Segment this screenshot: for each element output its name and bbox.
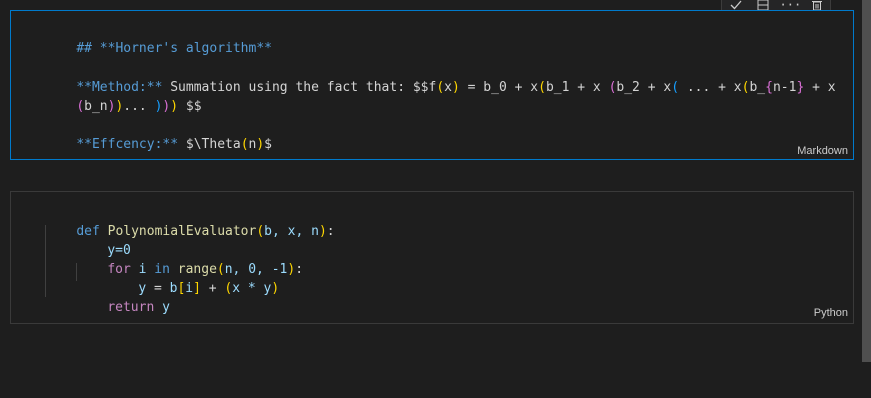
paren: ) <box>256 137 265 152</box>
method-text: n-1 <box>772 80 797 95</box>
method-text: + x <box>804 80 836 95</box>
var-x: x <box>444 80 452 95</box>
method-text: b_1 + x <box>545 80 609 95</box>
paren: ( <box>76 99 85 114</box>
efficiency-text: $\Theta <box>178 137 241 152</box>
method-text: $$ <box>178 99 202 114</box>
vertical-scrollbar[interactable] <box>862 0 871 362</box>
heading-text: ## **Horner's algorithm** <box>76 41 272 56</box>
method-text: b_2 + x <box>616 80 672 95</box>
method-text: = b_0 + x <box>459 80 539 95</box>
paren: ( <box>240 137 249 152</box>
variable: y <box>162 300 170 315</box>
operator: + <box>200 281 225 296</box>
brace: { <box>765 80 773 95</box>
paren: ) <box>452 80 460 95</box>
method-text: ... + x <box>679 80 742 95</box>
index: i <box>185 281 194 296</box>
cell-language-label[interactable]: Python <box>814 307 848 319</box>
method-text: ... <box>123 99 155 114</box>
markdown-cell[interactable]: ## **Horner's algorithm** **Method:** Su… <box>10 10 854 160</box>
paren: ( <box>436 80 445 95</box>
paren: ) <box>170 99 179 114</box>
code-line-5: return y <box>76 281 170 335</box>
paren: ( <box>538 80 546 95</box>
paren: ( <box>671 80 680 95</box>
params: b, x, n <box>264 224 319 239</box>
cell-language-label[interactable]: Markdown <box>797 145 848 157</box>
markdown-efficiency-line: **Effcency:** $\Theta(n)$ <box>45 118 272 172</box>
efficiency-label: **Effcency:** <box>76 137 179 152</box>
method-text: b_ <box>749 80 766 95</box>
method-text: Summation using the fact that: $$f <box>162 80 437 95</box>
method-text: b_n <box>84 99 108 114</box>
keyword: return <box>107 300 155 315</box>
efficiency-text: $ <box>264 137 272 152</box>
code-cell[interactable]: def PolynomialEvaluator(b, x, n): y=0 fo… <box>10 191 854 324</box>
expression: x * y <box>232 281 272 296</box>
